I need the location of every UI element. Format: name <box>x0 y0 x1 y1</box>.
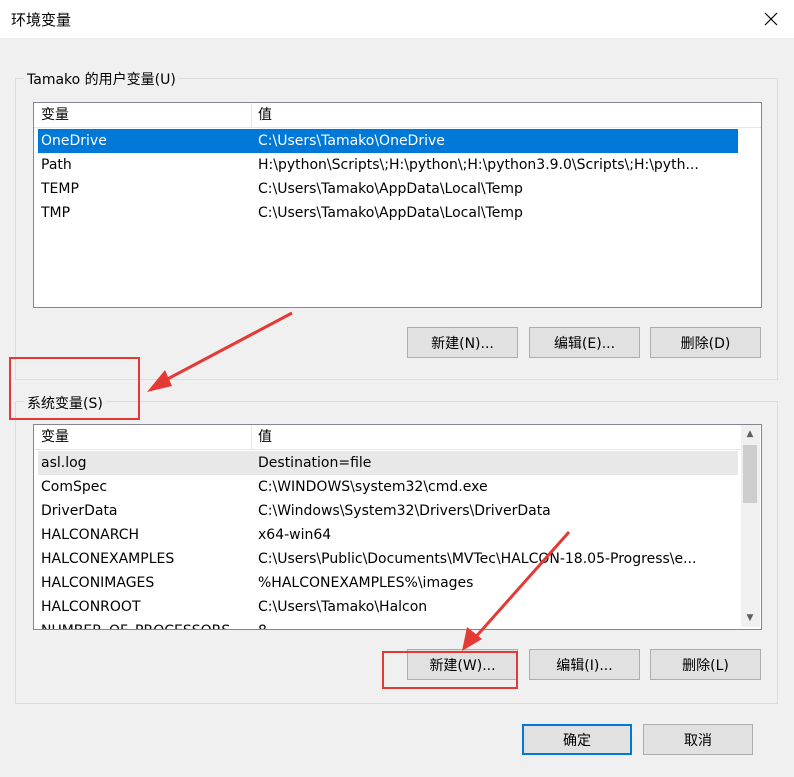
row-value: C:\Users\Public\Documents\MVTec\HALCON-1… <box>258 551 697 567</box>
user-vars-group-title: Tamako 的用户变量(U) <box>24 69 179 89</box>
ok-button[interactable]: 确定 <box>522 724 632 755</box>
list-row[interactable]: asl.log Destination=file <box>38 451 738 475</box>
list-row[interactable]: OneDrive C:\Users\Tamako\OneDrive <box>38 129 738 153</box>
row-value: Destination=file <box>258 455 372 471</box>
scroll-up-icon[interactable]: ▲ <box>741 425 759 443</box>
list-row[interactable]: HALCONIMAGES %HALCONEXAMPLES%\images <box>38 571 738 595</box>
row-value: C:\Users\Tamako\AppData\Local\Temp <box>258 181 523 197</box>
scroll-thumb[interactable] <box>743 445 757 503</box>
user-edit-button[interactable]: 编辑(E)... <box>529 327 640 358</box>
list-row[interactable]: ComSpec C:\WINDOWS\system32\cmd.exe <box>38 475 738 499</box>
window-title: 环境变量 <box>11 11 72 29</box>
scroll-down-icon[interactable]: ▼ <box>741 609 759 627</box>
system-delete-button[interactable]: 删除(L) <box>650 649 761 680</box>
header-value[interactable]: 值 <box>258 103 738 127</box>
list-row[interactable]: DriverData C:\Windows\System32\Drivers\Dr… <box>38 499 738 523</box>
row-value: C:\Users\Tamako\AppData\Local\Temp <box>258 205 523 221</box>
row-name: asl.log <box>41 455 87 471</box>
row-name: OneDrive <box>41 133 107 149</box>
system-edit-button[interactable]: 编辑(I)... <box>529 649 640 680</box>
row-name: Path <box>41 157 72 173</box>
cancel-button[interactable]: 取消 <box>643 724 753 755</box>
user-vars-header: 变量 值 <box>34 103 761 128</box>
list-row[interactable]: Path H:\python\Scripts\;H:\python\;H:\pyt… <box>38 153 738 177</box>
list-row[interactable]: HALCONROOT C:\Users\Tamako\Halcon <box>38 595 738 619</box>
user-new-button[interactable]: 新建(N)... <box>407 327 518 358</box>
row-name: HALCONIMAGES <box>41 575 155 591</box>
list-row[interactable]: HALCONEXAMPLES C:\Users\Public\Documents\… <box>38 547 738 571</box>
user-vars-list[interactable]: 变量 值 OneDrive C:\Users\Tamako\OneDrive Pat… <box>33 102 762 308</box>
list-row[interactable]: TMP C:\Users\Tamako\AppData\Local\Temp <box>38 201 738 225</box>
row-name: ComSpec <box>41 479 108 495</box>
annotation-box-system-vars <box>9 357 140 420</box>
annotation-box-new-button <box>382 651 518 689</box>
row-value: H:\python\Scripts\;H:\python\;H:\python3… <box>258 157 699 173</box>
header-name[interactable]: 变量 <box>41 425 241 449</box>
row-name: TEMP <box>41 181 79 197</box>
row-name: HALCONEXAMPLES <box>41 551 175 567</box>
system-vars-header: 变量 值 <box>34 425 742 450</box>
column-separator[interactable] <box>251 103 252 127</box>
row-name: NUMBER_OF_PROCESSORS <box>41 619 246 629</box>
row-value: C:\WINDOWS\system32\cmd.exe <box>258 479 488 495</box>
system-vars-list[interactable]: 变量 值 asl.log Destination=file ComSpec C:\WI… <box>33 424 762 630</box>
close-button[interactable] <box>748 0 794 38</box>
column-separator[interactable] <box>251 425 252 449</box>
row-value: %HALCONEXAMPLES%\images <box>258 575 474 591</box>
row-name: TMP <box>41 205 71 221</box>
title-bar: 环境变量 <box>0 0 794 38</box>
row-value: C:\Users\Tamako\OneDrive <box>258 133 445 149</box>
user-delete-button[interactable]: 删除(D) <box>650 327 761 358</box>
row-value: 8 <box>258 619 728 629</box>
close-icon <box>764 12 778 26</box>
header-name[interactable]: 变量 <box>41 103 241 127</box>
row-name: HALCONARCH <box>41 527 140 543</box>
row-value: x64-win64 <box>258 527 332 543</box>
list-row[interactable]: NUMBER_OF_PROCESSORS 8 <box>38 619 738 629</box>
header-value[interactable]: 值 <box>258 425 728 449</box>
list-row[interactable]: TEMP C:\Users\Tamako\AppData\Local\Temp <box>38 177 738 201</box>
row-value: C:\Users\Tamako\Halcon <box>258 599 428 615</box>
row-name: HALCONROOT <box>41 599 141 615</box>
list-row[interactable]: HALCONARCH x64-win64 <box>38 523 738 547</box>
system-vars-scrollbar[interactable]: ▲ ▼ <box>741 425 760 627</box>
row-value: C:\Windows\System32\Drivers\DriverData <box>258 503 551 519</box>
row-name: DriverData <box>41 503 118 519</box>
